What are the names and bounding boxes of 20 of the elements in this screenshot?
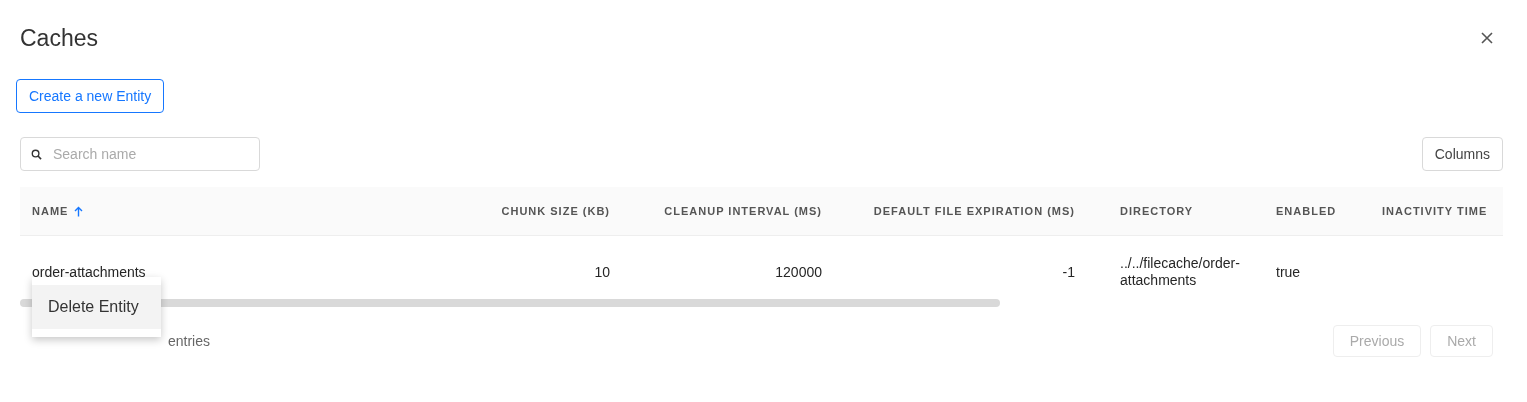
close-icon[interactable]	[1481, 32, 1493, 44]
create-entity-button[interactable]: Create a new Entity	[16, 79, 165, 113]
table-cell: true	[1276, 263, 1301, 280]
table-cell: 10	[594, 263, 610, 280]
search-field[interactable]: Search name	[20, 137, 260, 171]
column-header[interactable]: NAME	[32, 205, 69, 217]
menu-item[interactable]: Delete Entity	[32, 285, 161, 329]
column-header[interactable]: ENABLED	[1276, 205, 1337, 217]
entries-text: entries	[168, 333, 211, 349]
table-cell-text: ../../filecache/order-attachments	[1120, 254, 1241, 289]
column-header[interactable]: CHUNK SIZE (KB)	[501, 205, 610, 217]
columns-button[interactable]: Columns	[1421, 137, 1503, 171]
column-header[interactable]: DIRECTORY	[1120, 205, 1194, 217]
column-header[interactable]: INACTIVITY TIME	[1382, 205, 1488, 217]
column-header[interactable]: DEFAULT FILE EXPIRATION (MS)	[873, 205, 1075, 217]
table-cell: order-attachments	[32, 263, 146, 280]
table-cell: 120000	[775, 263, 822, 280]
table-cell: -1	[1062, 263, 1075, 280]
column-header[interactable]: CLEANUP INTERVAL (MS)	[664, 205, 822, 217]
dialog-title: Caches	[20, 24, 98, 52]
